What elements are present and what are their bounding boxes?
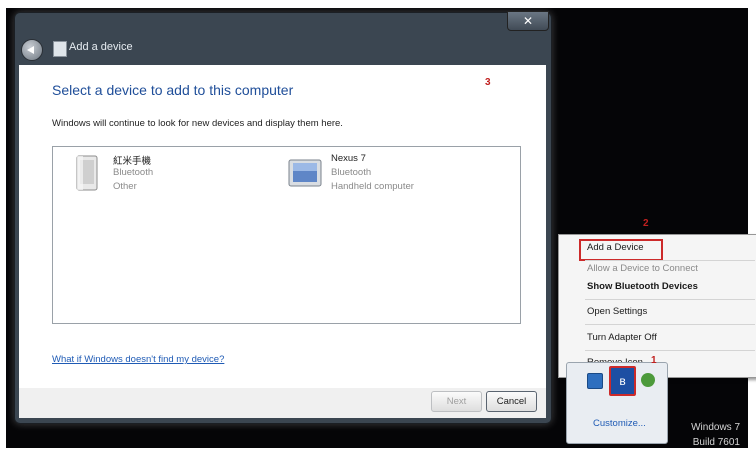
- add-device-icon: [53, 41, 67, 57]
- cancel-button[interactable]: Cancel: [486, 391, 537, 412]
- device-name: Nexus 7: [331, 153, 366, 164]
- menu-item-add-device[interactable]: Add a Device: [587, 242, 644, 253]
- device-category: Handheld computer: [331, 181, 414, 192]
- customize-link[interactable]: Customize...: [593, 418, 646, 429]
- menu-item-allow-connect[interactable]: Allow a Device to Connect: [587, 263, 698, 274]
- shield-icon[interactable]: [641, 373, 655, 387]
- dialog-content: Select a device to add to this computer …: [19, 65, 546, 388]
- dialog-footer: Next Cancel: [19, 388, 546, 418]
- menu-item-open-settings[interactable]: Open Settings: [587, 306, 647, 317]
- tablet-device-icon: [288, 159, 322, 187]
- close-button[interactable]: ✕: [507, 11, 549, 31]
- menu-separator: [585, 350, 755, 351]
- phone-device-icon: [76, 155, 98, 191]
- instruction-text: Windows will continue to look for new de…: [52, 118, 343, 129]
- bluetooth-icon[interactable]: ʙ: [609, 366, 636, 396]
- help-link[interactable]: What if Windows doesn't find my device?: [52, 354, 224, 365]
- menu-item-turn-adapter-off[interactable]: Turn Adapter Off: [587, 332, 657, 343]
- step-annotation-3: 3: [485, 77, 491, 88]
- network-icon[interactable]: [587, 373, 603, 389]
- device-category: Other: [113, 181, 137, 192]
- os-watermark-line2: Build 7601: [692, 437, 740, 448]
- step-annotation-1: 1: [651, 355, 657, 366]
- os-watermark: Windows 7 Build 7601: [691, 420, 740, 450]
- menu-separator: [585, 260, 755, 261]
- add-device-dialog: ✕ Add a device Select a device to add to…: [14, 11, 552, 424]
- tray-overflow-flyout: ʙ 1 Customize...: [566, 355, 668, 444]
- menu-item-show-devices[interactable]: Show Bluetooth Devices: [587, 281, 698, 292]
- back-arrow-button[interactable]: [21, 39, 43, 61]
- menu-separator: [585, 299, 755, 300]
- page-title: Select a device to add to this computer: [52, 82, 294, 98]
- device-type: Bluetooth: [331, 167, 372, 178]
- device-item-tablet[interactable]: Nexus 7 Bluetooth Handheld computer: [287, 153, 477, 197]
- menu-separator: [585, 324, 755, 325]
- device-item-phone[interactable]: 紅米手機 Bluetooth Other: [75, 153, 245, 197]
- next-button[interactable]: Next: [431, 391, 482, 412]
- device-name: 紅米手機: [113, 156, 152, 167]
- dialog-title: Add a device: [69, 41, 133, 53]
- bluetooth-context-menu: Add a Device Allow a Device to Connect S…: [558, 234, 756, 378]
- os-watermark-line1: Windows 7: [691, 422, 740, 433]
- device-list: 紅米手機 Bluetooth Other Nexus 7 Bluetooth H…: [52, 146, 521, 324]
- step-annotation-2: 2: [643, 218, 649, 229]
- device-type: Bluetooth: [113, 167, 154, 178]
